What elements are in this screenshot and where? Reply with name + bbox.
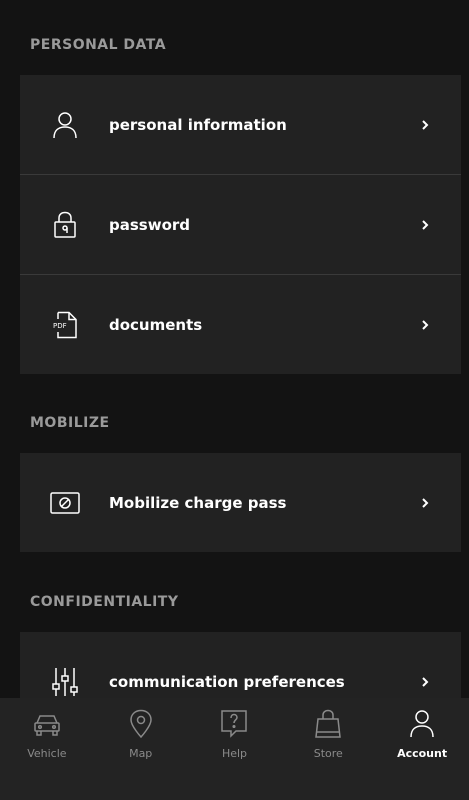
map-pin-icon xyxy=(129,709,152,739)
mobilize-card: Mobilize charge pass xyxy=(20,453,461,552)
row-label-documents: documents xyxy=(109,315,203,334)
chevron-right-icon xyxy=(422,319,429,330)
nav-item-help[interactable]: Help xyxy=(188,698,282,800)
row-personal-information[interactable]: personal information xyxy=(20,75,461,174)
chevron-right-icon xyxy=(422,676,429,687)
nav-item-store[interactable]: Store xyxy=(281,698,375,800)
svg-text:PDF: PDF xyxy=(53,322,67,330)
pdf-document-icon: PDF xyxy=(50,310,80,340)
nav-label-help: Help xyxy=(221,747,248,760)
car-icon xyxy=(34,715,60,736)
account-icon xyxy=(410,710,434,738)
chevron-right-icon xyxy=(422,497,429,508)
row-label-mobilize-charge-pass: Mobilize charge pass xyxy=(109,493,287,512)
person-icon xyxy=(50,110,80,140)
nav-label-vehicle: Vehicle xyxy=(27,747,67,760)
row-label-communication-preferences: communication preferences xyxy=(109,672,345,691)
nav-label-store: Store xyxy=(313,747,343,760)
row-documents[interactable]: PDF documents xyxy=(20,274,461,374)
sliders-icon xyxy=(50,667,80,697)
section-title-confidentiality: CONFIDENTIALITY xyxy=(30,594,179,610)
section-title-personal-data: PERSONAL DATA xyxy=(30,37,167,53)
chevron-right-icon xyxy=(422,119,429,130)
row-label-password: password xyxy=(109,215,191,234)
nav-label-account: Account xyxy=(397,747,448,760)
bottom-nav: Vehicle Map Help Store Account xyxy=(0,698,469,800)
charge-card-icon xyxy=(50,488,80,518)
chevron-right-icon xyxy=(422,219,429,230)
help-icon xyxy=(221,710,248,738)
nav-item-map[interactable]: Map xyxy=(94,698,188,800)
row-label-personal-information: personal information xyxy=(109,115,287,134)
row-mobilize-charge-pass[interactable]: Mobilize charge pass xyxy=(20,453,461,552)
lock-icon xyxy=(50,210,80,240)
row-password[interactable]: password xyxy=(20,174,461,274)
nav-label-map: Map xyxy=(129,747,153,760)
nav-item-vehicle[interactable]: Vehicle xyxy=(0,698,94,800)
section-title-mobilize: MOBILIZE xyxy=(30,415,110,431)
shopping-bag-icon xyxy=(315,709,342,738)
personal-data-card: personal information password PDF docume… xyxy=(20,75,461,374)
nav-item-account[interactable]: Account xyxy=(375,698,469,800)
